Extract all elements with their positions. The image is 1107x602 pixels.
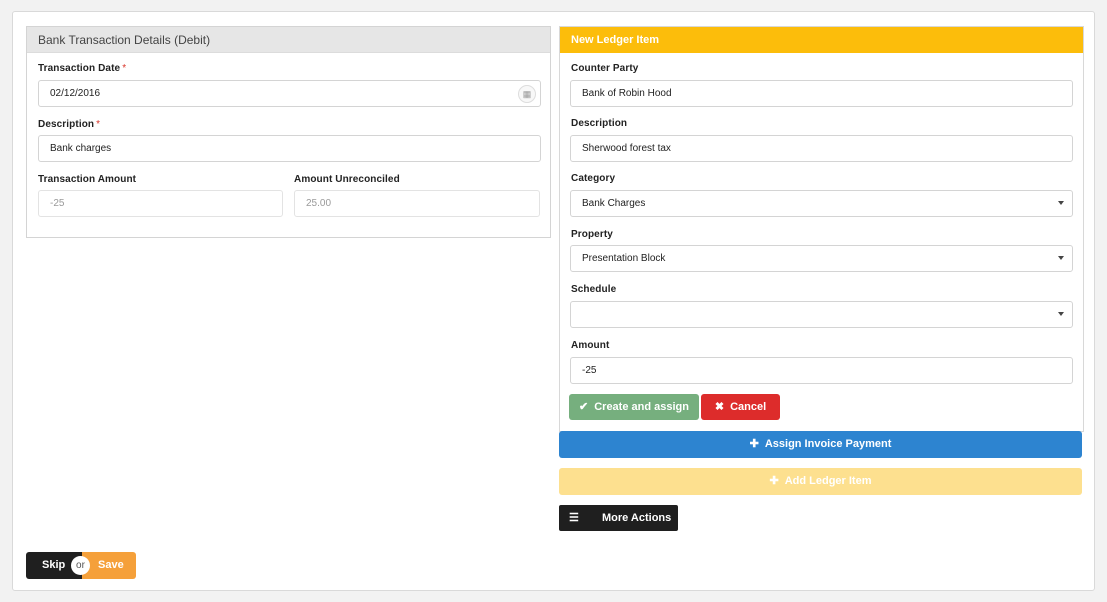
counter-party-field[interactable]: Bank of Robin Hood — [570, 80, 1073, 107]
transaction-amount-label: Transaction Amount — [38, 174, 137, 185]
plus-icon: ✚ — [749, 438, 759, 450]
property-selected-value: Presentation Block — [582, 253, 666, 264]
amount-label: Amount — [571, 340, 610, 351]
new-ledger-item-panel: New Ledger Item Counter Party Bank of Ro… — [559, 26, 1084, 432]
bank-transaction-panel: Bank Transaction Details (Debit) Transac… — [26, 26, 551, 238]
more-actions-button[interactable]: ☰ More Actions — [559, 505, 678, 531]
ledger-description-label: Description — [571, 118, 628, 129]
chevron-down-icon — [1058, 256, 1064, 260]
or-separator: or — [71, 556, 90, 575]
category-selected-value: Bank Charges — [582, 198, 646, 209]
create-and-assign-button[interactable]: ✔ Create and assign — [569, 394, 699, 420]
transaction-amount-field: -25 — [38, 190, 283, 217]
save-button[interactable]: Save — [82, 552, 136, 579]
description-label: Description * — [38, 119, 101, 130]
category-select[interactable]: Bank Charges — [570, 190, 1073, 217]
amount-unreconciled-field: 25.00 — [294, 190, 540, 217]
transaction-date-label: Transaction Date * — [38, 63, 127, 74]
main-card: Bank Transaction Details (Debit) Transac… — [12, 11, 1095, 591]
check-icon: ✔ — [579, 401, 589, 413]
calendar-icon[interactable]: ▦ — [518, 85, 536, 103]
close-icon: ✖ — [714, 401, 725, 413]
amount-field[interactable]: -25 — [570, 357, 1073, 384]
required-mark: * — [96, 119, 101, 130]
property-label: Property — [571, 229, 613, 240]
required-mark: * — [122, 63, 127, 74]
chevron-down-icon — [1058, 312, 1064, 316]
transaction-date-field[interactable]: 02/12/2016 ▦ — [38, 80, 541, 107]
new-ledger-item-title: New Ledger Item — [560, 27, 1083, 53]
chevron-down-icon — [1058, 201, 1064, 205]
schedule-select[interactable] — [570, 301, 1073, 328]
property-select[interactable]: Presentation Block — [570, 245, 1073, 272]
transaction-date-value: 02/12/2016 — [50, 88, 101, 99]
sliders-icon: ☰ — [569, 512, 579, 524]
plus-icon: ✚ — [769, 475, 779, 487]
add-ledger-item-button[interactable]: ✚ Add Ledger Item — [559, 468, 1082, 495]
amount-unreconciled-label: Amount Unreconciled — [294, 174, 400, 185]
description-field[interactable]: Bank charges — [38, 135, 541, 162]
category-label: Category — [571, 173, 616, 184]
counter-party-label: Counter Party — [571, 63, 639, 74]
schedule-label: Schedule — [571, 284, 617, 295]
assign-invoice-payment-button[interactable]: ✚ Assign Invoice Payment — [559, 431, 1082, 458]
bank-transaction-panel-title: Bank Transaction Details (Debit) — [27, 27, 550, 53]
cancel-button[interactable]: ✖ Cancel — [701, 394, 780, 420]
ledger-description-field[interactable]: Sherwood forest tax — [570, 135, 1073, 162]
